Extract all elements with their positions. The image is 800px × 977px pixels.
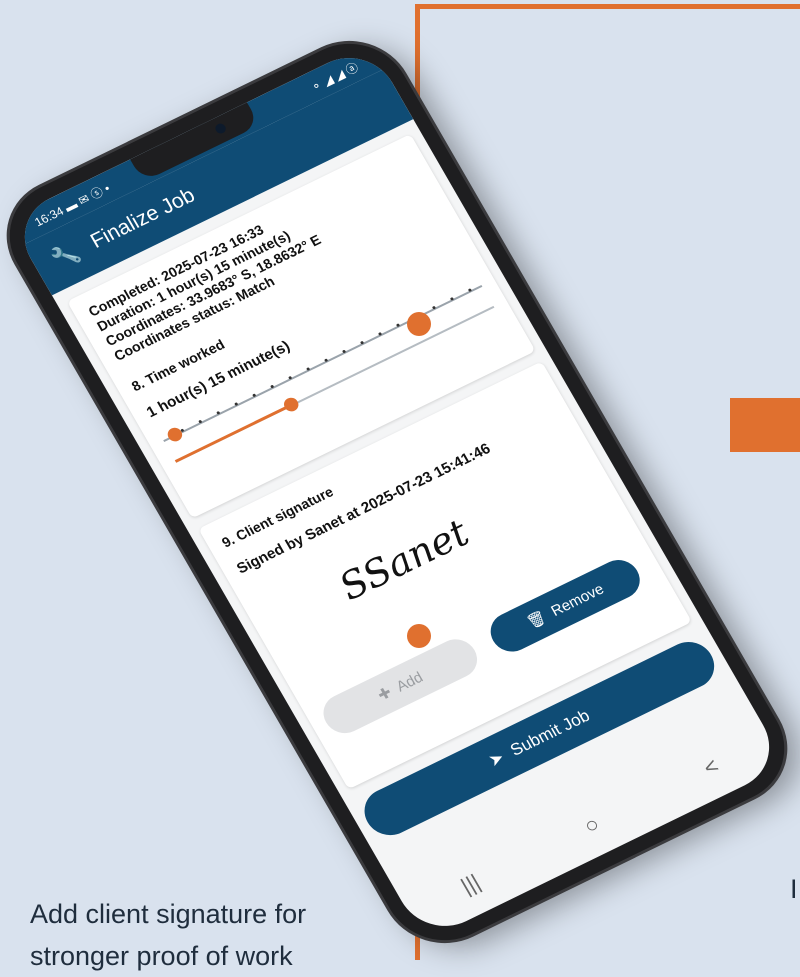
slider-thumb-minutes[interactable]: [281, 395, 302, 414]
send-icon: ➤: [485, 747, 508, 771]
remove-signature-button[interactable]: 🗑 Remove: [483, 553, 648, 659]
phone-mockup: 16:34 ▬ ✉ ⓢ • ⚬ ◢ ◢ ⓐ 🔧 Finalize Job Com…: [0, 0, 800, 960]
slider-fill-minutes: [174, 404, 292, 463]
trash-icon: 🗑: [523, 608, 550, 632]
recent-apps-button[interactable]: |||: [457, 869, 485, 899]
submit-button-label: Submit Job: [507, 705, 593, 760]
signature-image: SSanet: [331, 510, 477, 609]
plus-icon: ✚: [375, 684, 395, 705]
phone-frame: 16:34 ▬ ✉ ⓢ • ⚬ ◢ ◢ ⓐ 🔧 Finalize Job Com…: [0, 24, 800, 960]
callout-dot-signature: [407, 624, 431, 648]
system-nav-bar: ||| ○ <: [394, 711, 786, 941]
add-button-label: Add: [393, 668, 426, 695]
home-button[interactable]: ○: [579, 811, 604, 839]
caption-right: I m: [790, 874, 800, 904]
callout-dot-time: [407, 312, 431, 336]
remove-button-label: Remove: [547, 580, 607, 620]
add-signature-button[interactable]: ✚ Add: [316, 632, 485, 740]
phone-screen: 16:34 ▬ ✉ ⓢ • ⚬ ◢ ◢ ⓐ 🔧 Finalize Job Com…: [7, 42, 787, 942]
wrench-icon: 🔧: [47, 238, 85, 273]
back-button[interactable]: <: [699, 753, 724, 781]
caption-left: Add client signature for stronger proof …: [30, 899, 307, 971]
